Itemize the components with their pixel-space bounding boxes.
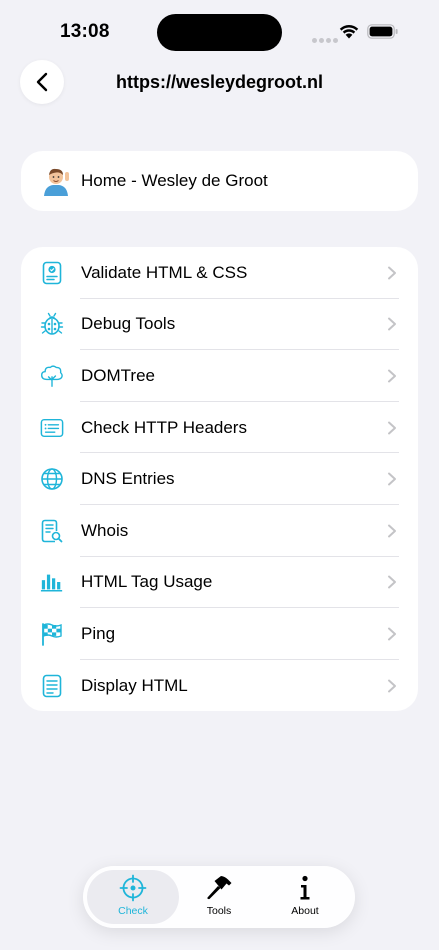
battery-icon [367, 24, 399, 45]
tab-label: Tools [206, 905, 232, 917]
tab-tools[interactable]: Tools [173, 870, 265, 924]
list-item-label: Debug Tools [81, 314, 176, 334]
wifi-icon [338, 23, 360, 44]
status-bar: 13:08 [0, 0, 439, 66]
page-info-title: Home - Wesley de Groot [81, 171, 268, 190]
list-item-label: Check HTTP Headers [81, 417, 247, 437]
list-item-label: Display HTML [81, 675, 188, 695]
chart-bar-icon [40, 570, 64, 594]
list-item-domtree[interactable]: DOMTree [21, 350, 418, 402]
chevron-right-icon [388, 679, 396, 693]
tools-list: Validate HTML & CSS Debug Tools DOMTree … [21, 247, 418, 711]
list-item-label: Whois [81, 520, 129, 540]
list-item-debug-tools[interactable]: Debug Tools [21, 299, 418, 351]
list-window-icon [40, 416, 64, 440]
list-item-check-http-headers[interactable]: Check HTTP Headers [21, 402, 418, 454]
doc-text-icon [40, 674, 64, 698]
list-item-label: DNS Entries [81, 469, 175, 489]
ladybug-icon [40, 312, 64, 336]
memoji-avatar-icon [44, 168, 69, 196]
list-item-validate-html-css[interactable]: Validate HTML & CSS [21, 247, 418, 299]
page-title: https://wesleydegroot.nl [115, 72, 324, 92]
dynamic-island [157, 14, 282, 51]
chevron-right-icon [388, 472, 396, 486]
status-time: 13:08 [60, 21, 110, 42]
list-item-label: DOMTree [81, 365, 155, 385]
navigation-bar: https://wesleydegroot.nl [0, 60, 439, 110]
list-item-label: Ping [81, 623, 116, 643]
scope-icon [87, 874, 179, 902]
tab-label: Check [118, 905, 148, 917]
chevron-right-icon [388, 575, 396, 589]
tree-icon [40, 364, 64, 388]
list-item-label: Validate HTML & CSS [81, 262, 248, 282]
certificate-icon [40, 261, 64, 285]
cellular-signal-icon [312, 30, 340, 48]
tab-about[interactable]: About [259, 870, 351, 924]
chevron-right-icon [388, 421, 396, 435]
chevron-right-icon [388, 266, 396, 280]
page-info-card[interactable]: Home - Wesley de Groot [21, 151, 418, 211]
chevron-right-icon [388, 317, 396, 331]
list-item-whois[interactable]: Whois [21, 505, 418, 557]
tab-label: About [291, 905, 319, 917]
hammer-icon [173, 874, 265, 902]
chevron-right-icon [388, 627, 396, 641]
info-icon [259, 874, 351, 902]
tab-check[interactable]: Check [87, 870, 179, 924]
list-item-ping[interactable]: Ping [21, 608, 418, 660]
flag-checkered-icon [40, 622, 64, 646]
globe-icon [40, 467, 64, 491]
list-item-display-html[interactable]: Display HTML [21, 660, 418, 712]
chevron-right-icon [388, 369, 396, 383]
doc-magnifier-icon [40, 519, 64, 543]
list-item-label: HTML Tag Usage [81, 572, 213, 592]
list-item-html-tag-usage[interactable]: HTML Tag Usage [21, 557, 418, 609]
list-item-dns-entries[interactable]: DNS Entries [21, 453, 418, 505]
chevron-right-icon [388, 524, 396, 538]
tab-bar: Check Tools About [83, 866, 355, 928]
